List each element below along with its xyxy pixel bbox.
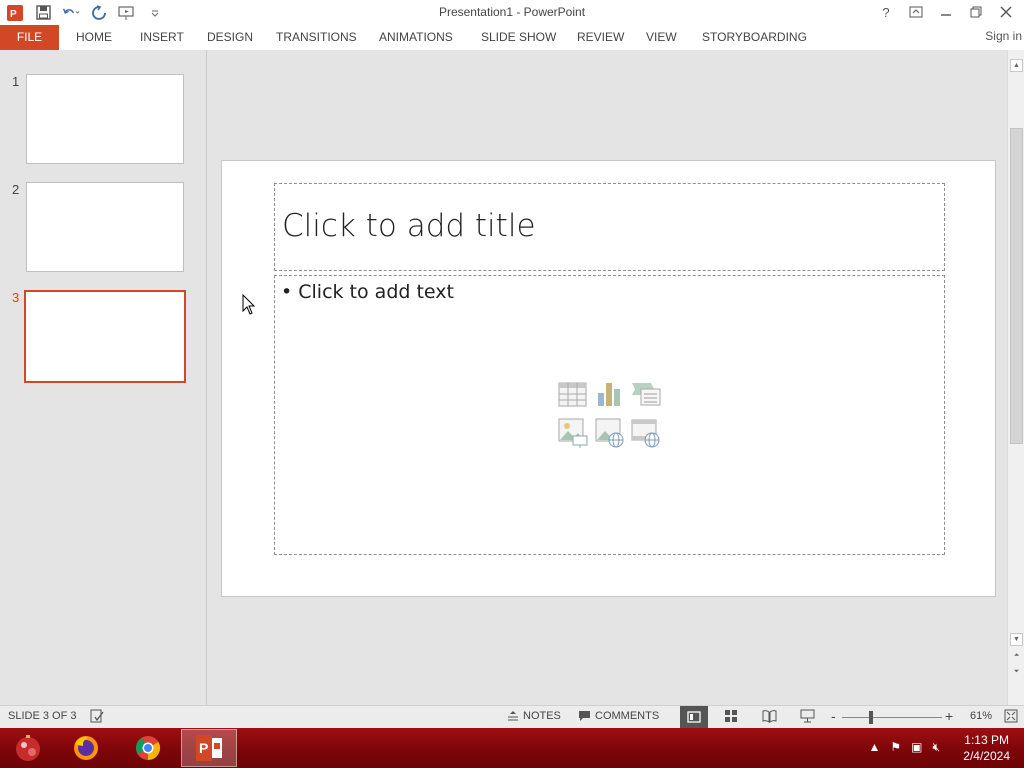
chrome-taskbar-button[interactable] bbox=[120, 729, 176, 767]
slide-thumbnail-3[interactable] bbox=[24, 290, 186, 383]
next-slide-icon[interactable]: ⏷ bbox=[1010, 666, 1023, 679]
table-icon[interactable] bbox=[558, 381, 588, 411]
content-placeholder[interactable]: • Click to add text bbox=[274, 275, 945, 555]
windows-taskbar: P ▲ ⚑ ▣ 🔇︎ 1:13 PM 2/4/2024 bbox=[0, 728, 1024, 768]
scrollbar-thumb[interactable] bbox=[1010, 128, 1023, 444]
svg-text:P: P bbox=[199, 740, 208, 756]
tab-review[interactable]: REVIEW bbox=[577, 25, 624, 50]
start-button[interactable] bbox=[0, 729, 56, 767]
zoom-in-button[interactable]: + bbox=[945, 708, 953, 724]
title-placeholder-text: Click to add title bbox=[282, 208, 536, 244]
tab-file[interactable]: FILE bbox=[0, 25, 59, 50]
zoom-slider-thumb[interactable] bbox=[869, 711, 873, 724]
volume-muted-icon[interactable]: 🔇︎ bbox=[932, 740, 940, 755]
ribbon-tabs: FILE HOME INSERT DESIGN TRANSITIONS ANIM… bbox=[0, 25, 1024, 50]
reading-view-button[interactable] bbox=[762, 709, 777, 723]
help-button[interactable]: ? bbox=[872, 2, 900, 22]
comments-label: COMMENTS bbox=[595, 710, 660, 722]
slide-show-icon bbox=[800, 709, 815, 723]
reading-view-icon bbox=[762, 710, 777, 723]
restore-button[interactable] bbox=[962, 2, 990, 22]
smartart-icon[interactable] bbox=[631, 381, 661, 411]
tab-transitions[interactable]: TRANSITIONS bbox=[276, 25, 357, 50]
notes-button[interactable]: NOTES bbox=[507, 710, 561, 722]
title-placeholder[interactable]: Click to add title bbox=[274, 183, 945, 271]
current-slide[interactable]: Click to add title • Click to add text bbox=[221, 160, 996, 597]
action-center-flag-icon[interactable]: ⚑ bbox=[890, 740, 901, 755]
tab-slide-show[interactable]: SLIDE SHOW bbox=[481, 25, 556, 50]
minimize-button[interactable] bbox=[932, 2, 960, 22]
notes-label: NOTES bbox=[523, 710, 561, 722]
zoom-level[interactable]: 61% bbox=[970, 710, 992, 722]
comments-button[interactable]: COMMENTS bbox=[578, 710, 659, 722]
system-tray: ▲ ⚑ ▣ 🔇︎ bbox=[868, 740, 940, 755]
mouse-cursor-icon bbox=[242, 293, 256, 321]
slide-editing-area: Click to add title • Click to add text bbox=[208, 50, 1007, 705]
slide-number: 2 bbox=[12, 182, 20, 197]
slide-show-button[interactable] bbox=[800, 709, 815, 723]
previous-slide-icon[interactable]: ⏶ bbox=[1010, 650, 1023, 663]
comments-icon bbox=[579, 711, 590, 721]
powerpoint-icon: P bbox=[196, 735, 222, 761]
status-bar: SLIDE 3 OF 3 NOTES COMMENTS - + 61% bbox=[0, 705, 1024, 728]
slide-thumbnail-1[interactable] bbox=[26, 74, 184, 164]
slide-sorter-icon bbox=[725, 710, 737, 722]
tab-animations[interactable]: ANIMATIONS bbox=[379, 25, 453, 50]
online-pictures-icon[interactable] bbox=[595, 418, 625, 448]
tab-home[interactable]: HOME bbox=[76, 25, 112, 50]
zoom-out-button[interactable]: - bbox=[831, 708, 836, 724]
normal-view-icon bbox=[687, 711, 701, 723]
chart-icon[interactable] bbox=[595, 381, 625, 411]
fit-to-window-icon bbox=[1004, 709, 1018, 723]
tab-insert[interactable]: INSERT bbox=[140, 25, 184, 50]
close-button[interactable] bbox=[992, 2, 1020, 22]
title-bar: P Presentation1 - PowerPoint ? bbox=[0, 0, 1024, 25]
fit-slide-button[interactable] bbox=[1004, 709, 1018, 723]
slide-sorter-button[interactable] bbox=[724, 709, 738, 723]
tab-design[interactable]: DESIGN bbox=[207, 25, 253, 50]
ribbon-display-options-button[interactable] bbox=[902, 2, 930, 22]
scroll-up-arrow-icon[interactable]: ▲ bbox=[1010, 59, 1023, 72]
slide-thumbnail-pane: 1 2 3 bbox=[0, 50, 207, 705]
start-orb-icon bbox=[16, 735, 40, 761]
powerpoint-taskbar-button[interactable]: P bbox=[181, 729, 237, 767]
slide-indicator: SLIDE 3 OF 3 bbox=[8, 710, 76, 722]
tab-storyboarding[interactable]: STORYBOARDING bbox=[702, 25, 807, 50]
firefox-taskbar-button[interactable] bbox=[58, 729, 114, 767]
clock-date: 2/4/2024 bbox=[963, 749, 1010, 763]
normal-view-button[interactable] bbox=[680, 706, 708, 728]
tab-view[interactable]: VIEW bbox=[646, 25, 677, 50]
spell-check-icon[interactable] bbox=[90, 709, 104, 723]
slide-number: 1 bbox=[12, 74, 20, 89]
scroll-down-arrow-icon[interactable]: ▼ bbox=[1010, 633, 1023, 646]
insert-content-icons bbox=[558, 381, 666, 449]
network-icon[interactable]: ▣ bbox=[911, 740, 922, 755]
vertical-scrollbar[interactable]: ▲ ▼ ⏶ ⏷ bbox=[1007, 50, 1024, 705]
video-icon[interactable] bbox=[631, 418, 661, 448]
zoom-slider[interactable] bbox=[842, 717, 942, 718]
window-controls: ? bbox=[872, 2, 1020, 22]
slide-thumbnail-2[interactable] bbox=[26, 182, 184, 272]
slide-indicator-text: SLIDE 3 OF 3 bbox=[8, 710, 77, 722]
notes-icon bbox=[508, 711, 518, 721]
workspace: 1 2 3 Click to add title • Click to add … bbox=[0, 50, 1024, 705]
sign-in-link[interactable]: Sign in bbox=[985, 29, 1022, 43]
chrome-icon bbox=[135, 736, 161, 760]
content-placeholder-text: • Click to add text bbox=[281, 281, 454, 303]
window-title: Presentation1 - PowerPoint bbox=[438, 5, 586, 19]
firefox-icon bbox=[74, 736, 98, 760]
clock-time: 1:13 PM bbox=[964, 733, 1009, 747]
system-clock[interactable]: 1:13 PM 2/4/2024 bbox=[963, 732, 1010, 764]
show-hidden-icons-icon[interactable]: ▲ bbox=[868, 740, 880, 755]
slide-number: 3 bbox=[12, 290, 20, 305]
pictures-icon[interactable] bbox=[558, 418, 588, 448]
